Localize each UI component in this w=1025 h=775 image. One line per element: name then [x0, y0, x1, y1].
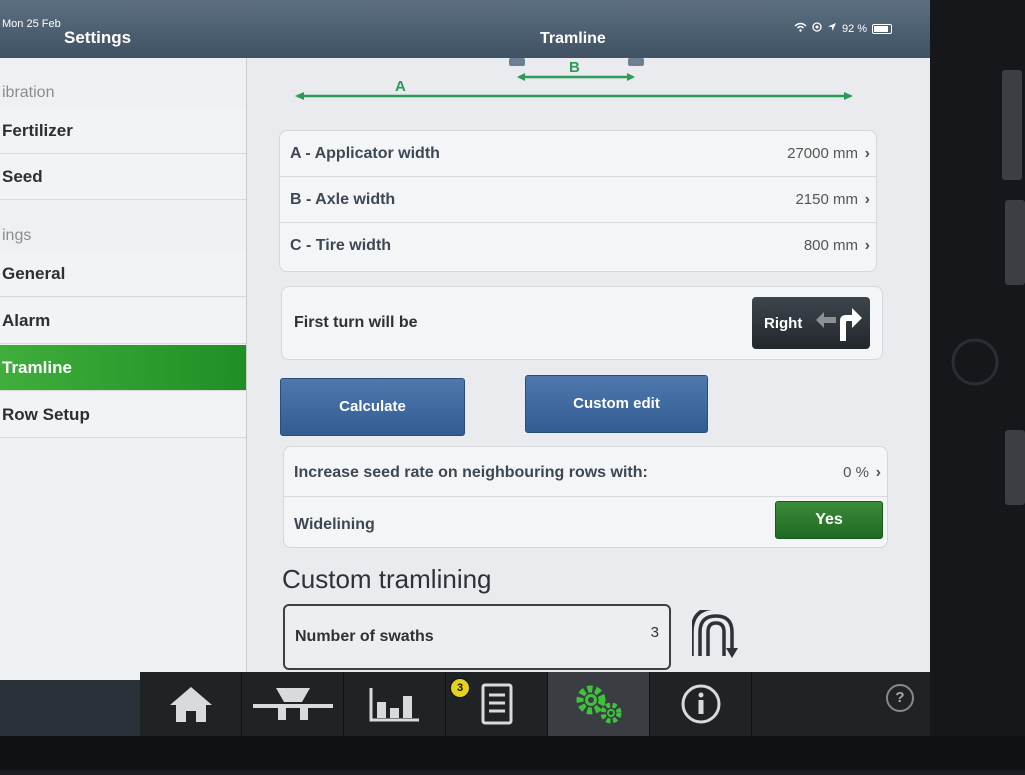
bottom-toolbar: 3: [140, 672, 930, 736]
toolbar-spreader-button[interactable]: [242, 672, 344, 736]
status-bar: Mon 25 Feb Settings Tramline 92 %: [0, 0, 930, 58]
calculate-button[interactable]: Calculate: [280, 378, 465, 436]
widths-group: A - Applicator width 27000 mm › B - Axle…: [279, 130, 877, 272]
device-frame-bottom: [0, 736, 1025, 770]
sidebar-item-alarm[interactable]: Alarm: [0, 298, 246, 344]
u-turn-pattern-icon[interactable]: [692, 610, 748, 660]
sidebar: ibration Fertilizer Seed ings General Al…: [0, 58, 247, 680]
battery-percent: 92 %: [842, 22, 868, 35]
sidebar-item-general[interactable]: General: [0, 251, 246, 297]
right-wheel-mark: [628, 58, 644, 66]
location-icon: [812, 22, 822, 35]
widelining-row: Widelining Yes: [284, 497, 887, 545]
axle-width-row[interactable]: B - Axle width 2150 mm ›: [280, 177, 876, 223]
sidebar-item-fertilizer[interactable]: Fertilizer: [0, 108, 246, 154]
custom-edit-button[interactable]: Custom edit: [525, 375, 708, 433]
applicator-width-row[interactable]: A - Applicator width 27000 mm ›: [280, 131, 876, 177]
first-turn-button[interactable]: Right: [752, 297, 870, 349]
sidebar-item-seed[interactable]: Seed: [0, 154, 246, 200]
first-turn-group: First turn will be Right: [281, 286, 883, 360]
toolbar-info-button[interactable]: [650, 672, 752, 736]
tire-width-row[interactable]: C - Tire width 800 mm ›: [280, 223, 876, 269]
document-icon: [481, 683, 512, 725]
applicator-width-label: A - Applicator width: [290, 145, 440, 162]
chevron-right-icon: ›: [864, 145, 870, 162]
tire-width-value: 800 mm: [803, 237, 858, 254]
turn-right-arrow-icon: [814, 303, 864, 348]
wifi-icon: [794, 22, 807, 35]
tire-width-label: C - Tire width: [290, 237, 392, 254]
axle-width-label: B - Axle width: [290, 191, 396, 208]
sidebar-item-row-setup[interactable]: Row Setup: [0, 392, 246, 438]
widelining-toggle[interactable]: Yes: [775, 501, 883, 539]
info-icon: [681, 684, 720, 724]
axle-width-value: 2150 mm: [795, 191, 858, 208]
swaths-label: Number of swaths: [295, 628, 434, 645]
main-content: B A A - Applicator width 27000 mm › B - …: [247, 58, 930, 680]
first-turn-value: Right: [764, 315, 803, 332]
label-b: B: [569, 59, 580, 76]
first-turn-label: First turn will be: [294, 314, 418, 331]
left-wheel-mark: [509, 58, 525, 66]
seed-rate-value: 0 %: [843, 464, 869, 481]
spreader-icon: [252, 688, 333, 720]
toolbar-statistics-button[interactable]: [344, 672, 446, 736]
width-diagram: B A: [295, 58, 853, 100]
chevron-right-icon: ›: [864, 191, 870, 208]
status-date: Mon 25 Feb: [2, 18, 61, 30]
frame-left-bottom: [0, 680, 140, 736]
label-a: A: [395, 78, 406, 95]
sidebar-section-calibration: ibration: [2, 84, 55, 101]
page-title: Tramline: [540, 30, 606, 47]
seed-rate-group: Increase seed rate on neighbouring rows …: [283, 446, 888, 548]
toolbar-settings-button[interactable]: [548, 672, 650, 736]
bar-chart-icon: [369, 688, 419, 722]
status-icons: 92 %: [794, 22, 893, 35]
custom-tramlining-heading: Custom tramlining: [282, 564, 492, 594]
number-of-swaths-field[interactable]: Number of swaths 3: [283, 604, 671, 670]
navigation-arrow-icon: [827, 22, 837, 35]
device-side-buttons: [951, 70, 1025, 505]
widelining-label: Widelining: [294, 516, 375, 533]
sidebar-item-tramline[interactable]: Tramline: [0, 345, 246, 391]
help-button[interactable]: ?: [886, 684, 914, 712]
toolbar-home-button[interactable]: [140, 672, 242, 736]
applicator-width-value: 27000 mm: [787, 145, 858, 162]
toolbar-documents-button[interactable]: 3: [446, 672, 548, 736]
seed-rate-label: Increase seed rate on neighbouring rows …: [294, 464, 648, 481]
documents-badge: 3: [450, 678, 470, 698]
settings-gears-icon: [576, 685, 621, 724]
device-frame: [930, 0, 1025, 770]
chevron-right-icon: ›: [875, 464, 881, 481]
home-icon: [169, 687, 212, 722]
swaths-value: 3: [650, 624, 659, 641]
sidebar-title: Settings: [64, 28, 132, 47]
battery-icon: [872, 23, 893, 34]
chevron-right-icon: ›: [864, 237, 870, 254]
sidebar-section-settings: ings: [2, 227, 32, 244]
seed-rate-row[interactable]: Increase seed rate on neighbouring rows …: [284, 449, 887, 497]
